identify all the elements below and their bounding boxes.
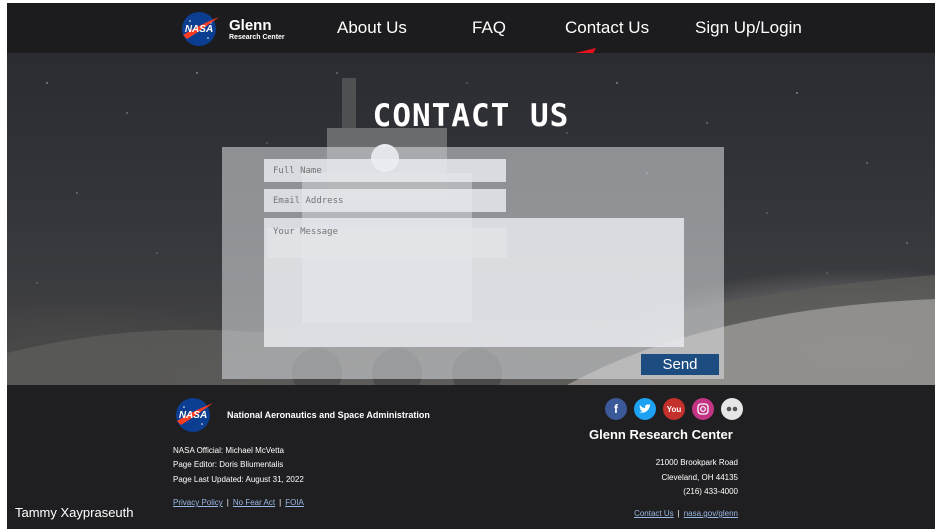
phone-number: (216) 433-4000	[683, 487, 738, 496]
twitter-icon[interactable]	[634, 398, 656, 420]
nav-about-us[interactable]: About Us	[337, 18, 407, 38]
link-separator: |	[279, 498, 282, 507]
nasa-logo-icon: NASA	[176, 398, 213, 432]
footer-contact-us-link[interactable]: Contact Us	[634, 509, 674, 518]
svg-text:NASA: NASA	[185, 24, 213, 35]
email-address-input[interactable]	[264, 189, 506, 212]
flickr-icon[interactable]	[721, 398, 743, 420]
full-name-input[interactable]	[264, 159, 506, 182]
hero-section: CONTACT US Send	[7, 53, 935, 385]
footer-contact-links: Contact Us | nasa.gov/glenn	[634, 509, 738, 518]
no-fear-act-link[interactable]: No Fear Act	[233, 498, 275, 507]
address-line-1: 21000 Brookpark Road	[655, 458, 738, 467]
nav-contact-us[interactable]: Contact Us	[565, 18, 649, 38]
youtube-icon-text: You	[666, 404, 682, 414]
home-logo-link[interactable]: NASA Glenn Research Center	[181, 11, 285, 47]
nasa-logo-icon: NASA	[182, 12, 219, 46]
facebook-icon[interactable]: f	[605, 398, 627, 420]
contact-form: Send	[222, 147, 724, 379]
nav-sign-up-login[interactable]: Sign Up/Login	[695, 18, 802, 38]
brand-subtitle: Research Center	[229, 33, 285, 41]
youtube-icon[interactable]: You	[663, 398, 685, 420]
page-last-updated: Page Last Updated: August 31, 2022	[173, 475, 304, 484]
address-line-2: Cleveland, OH 44135	[661, 473, 739, 482]
page-title: CONTACT US	[372, 98, 570, 134]
footer-policy-links: Privacy Policy | No Fear Act | FOIA	[173, 498, 304, 507]
browser-page: NASA Glenn Research Center About Us FAQ …	[7, 3, 935, 529]
social-icons: f You	[605, 398, 743, 420]
svg-text:NASA: NASA	[179, 410, 207, 421]
agency-name: National Aeronautics and Space Administr…	[227, 410, 430, 420]
foia-link[interactable]: FOIA	[285, 498, 304, 507]
privacy-policy-link[interactable]: Privacy Policy	[173, 498, 223, 507]
instagram-icon[interactable]	[692, 398, 714, 420]
nav-faq[interactable]: FAQ	[472, 18, 506, 38]
nasa-official: NASA Official: Michael McVetta	[173, 446, 285, 455]
message-textarea[interactable]	[264, 218, 684, 347]
send-button[interactable]: Send	[641, 354, 719, 375]
brand-name: Glenn	[229, 16, 272, 34]
center-name: Glenn Research Center	[589, 427, 733, 442]
page-editor: Page Editor: Doris Bliumentalis	[173, 460, 284, 469]
link-separator: |	[226, 498, 229, 507]
nasa-glenn-link[interactable]: nasa.gov/glenn	[684, 509, 738, 518]
site-header: NASA Glenn Research Center About Us FAQ …	[7, 3, 935, 75]
site-footer: NASA National Aeronautics and Space Admi…	[7, 385, 935, 529]
brand-text: Glenn Research Center	[229, 18, 285, 41]
link-separator: |	[677, 509, 680, 518]
author-name: Tammy Xaypraseuth	[15, 505, 134, 520]
